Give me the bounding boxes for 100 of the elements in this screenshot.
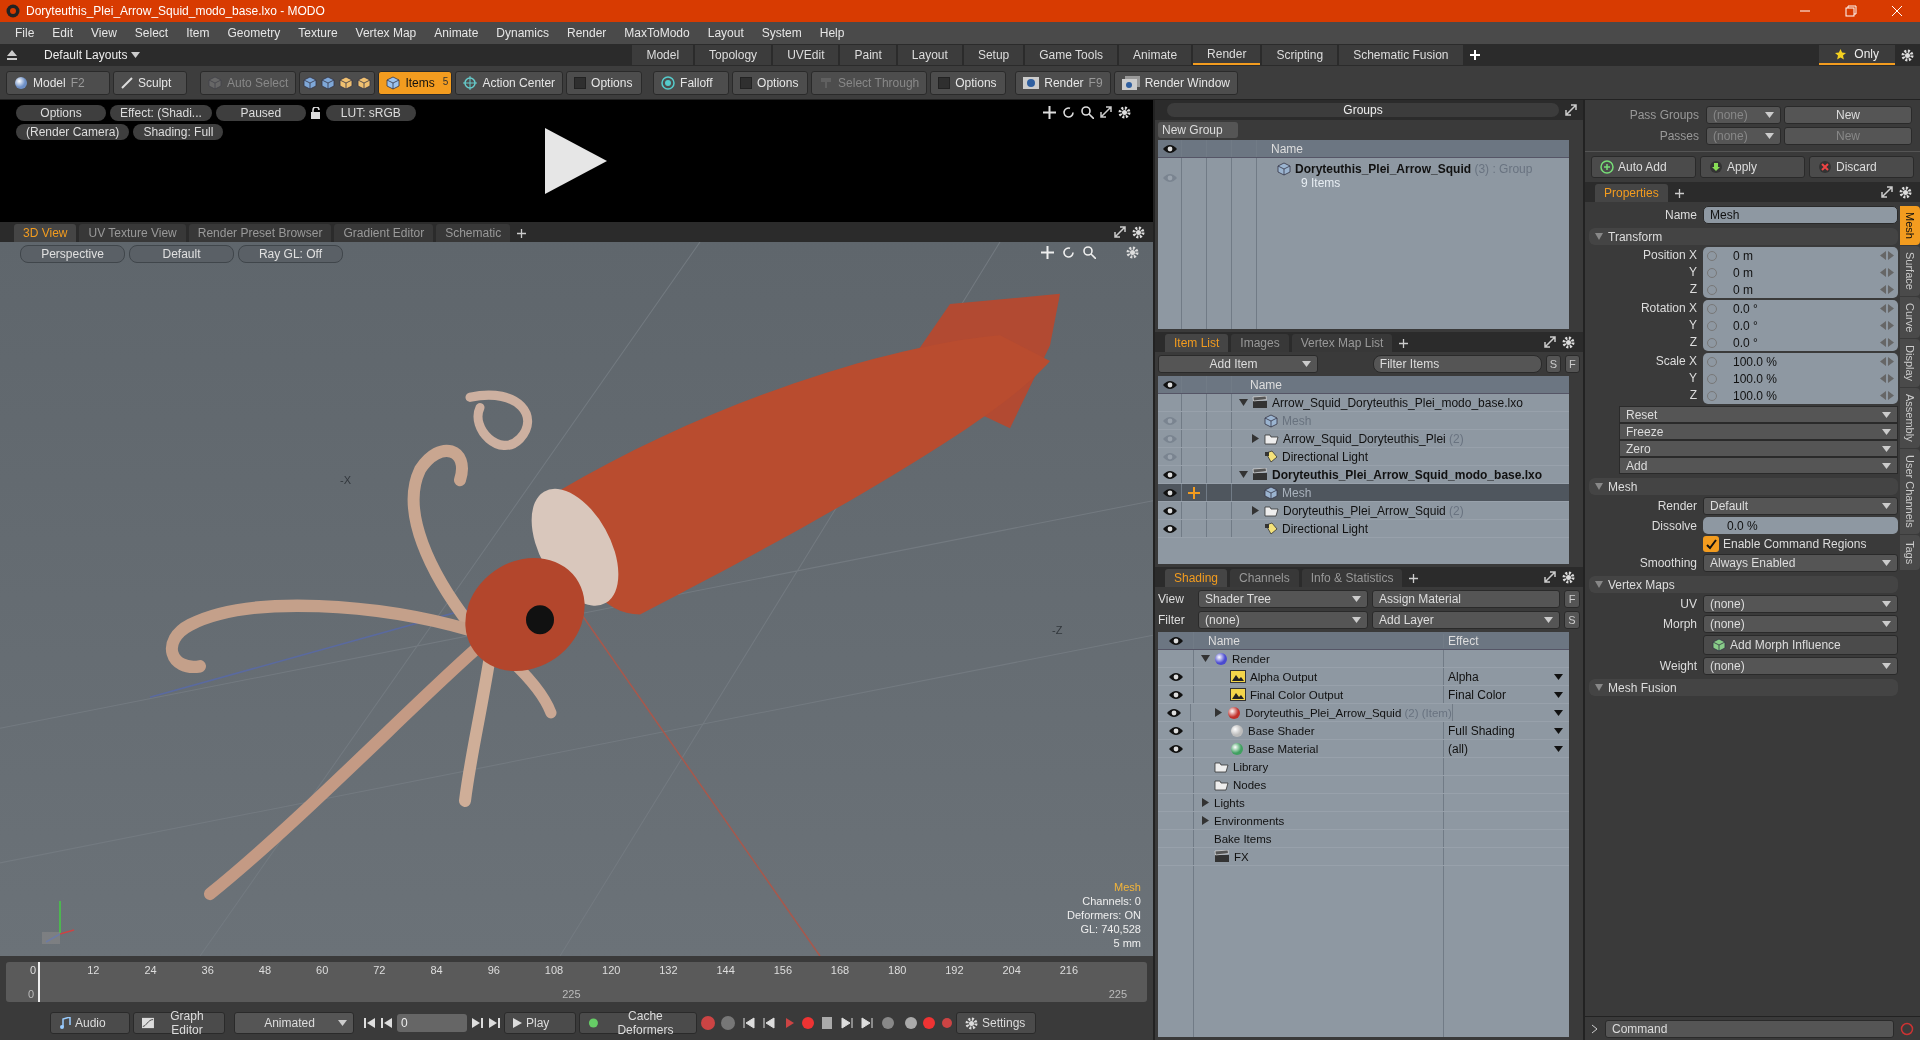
section-header[interactable]: Vertex Maps	[1589, 576, 1898, 593]
eye-icon[interactable]	[1167, 707, 1182, 718]
menu-item[interactable]: Texture	[289, 26, 347, 40]
options-button[interactable]: Options	[930, 70, 1007, 95]
menu-item[interactable]: View	[82, 26, 126, 40]
checkbox[interactable]	[1703, 536, 1719, 552]
slider-arrows-icon[interactable]	[1880, 321, 1894, 330]
dropdown[interactable]: (none)	[1703, 595, 1898, 613]
move-icon[interactable]	[1043, 106, 1056, 119]
maximize-icon[interactable]	[1114, 226, 1126, 238]
menu-item[interactable]: Select	[125, 26, 178, 40]
maximize-icon[interactable]	[1544, 571, 1556, 583]
dropdown[interactable]: Always Enabled	[1703, 554, 1898, 572]
shader-row[interactable]: Alpha Output Alpha	[1158, 668, 1569, 686]
expand-arrow-icon[interactable]	[1250, 434, 1260, 443]
step-forward-icon[interactable]	[470, 1016, 484, 1030]
shader-row[interactable]: Nodes	[1158, 776, 1569, 794]
eye-icon[interactable]	[1162, 469, 1177, 480]
slider-arrows-icon[interactable]	[1880, 338, 1894, 347]
settings-icon[interactable]	[1562, 336, 1575, 349]
side-tab[interactable]: Curve	[1900, 296, 1920, 339]
action-dropdown[interactable]: Add	[1619, 457, 1898, 474]
menu-item[interactable]: Help	[810, 26, 854, 40]
action-dropdown[interactable]: Reset	[1619, 406, 1898, 423]
options-button[interactable]: Options	[732, 70, 809, 95]
shader-row[interactable]: Base Shader Full Shading	[1158, 722, 1569, 740]
value-field[interactable]: 0 m	[1703, 264, 1898, 281]
panel-tab[interactable]: Info & Statistics	[1301, 569, 1403, 587]
animation-mode-dropdown[interactable]: Animated	[234, 1012, 354, 1034]
preview-option-button[interactable]: Effect: (Shadi...	[110, 105, 212, 121]
value-field[interactable]: 0.0 °	[1703, 334, 1898, 351]
section-header[interactable]: Mesh Fusion	[1589, 679, 1898, 696]
menu-item[interactable]: Edit	[43, 26, 83, 40]
dropdown-arrow-icon[interactable]	[1554, 691, 1563, 698]
collapse-arrow-icon[interactable]	[1200, 654, 1210, 663]
menu-item[interactable]: Dynamics	[487, 26, 558, 40]
expand-arrow-icon[interactable]	[1250, 506, 1260, 515]
collapse-arrow-icon[interactable]	[1238, 398, 1248, 407]
slider-arrows-icon[interactable]	[1880, 285, 1894, 294]
dropdown[interactable]: (none)	[1703, 615, 1898, 633]
section-header[interactable]: Mesh	[1589, 478, 1898, 495]
rotate-icon[interactable]	[1062, 106, 1075, 119]
shader-row[interactable]: Final Color Output Final Color	[1158, 686, 1569, 704]
menu-item[interactable]: Animate	[425, 26, 488, 40]
search-icon[interactable]	[1081, 106, 1094, 119]
slider-arrows-icon[interactable]	[1880, 304, 1894, 313]
shader-row[interactable]: FX	[1158, 848, 1569, 866]
cache-deformers-button[interactable]: Cache Deformers	[579, 1012, 697, 1034]
shader-row[interactable]: Environments	[1158, 812, 1569, 830]
add-item-dropdown[interactable]: Add Item	[1158, 355, 1318, 373]
dropdown-arrow-icon[interactable]	[1554, 745, 1563, 752]
side-tab[interactable]: Display	[1900, 339, 1920, 388]
menu-item[interactable]: System	[752, 26, 811, 40]
add-layer-dropdown[interactable]: Add Layer	[1372, 611, 1560, 629]
eye-icon[interactable]	[1168, 725, 1183, 736]
value-field[interactable]: 0 m	[1703, 281, 1898, 298]
layout-tab[interactable]: Schematic Fusion	[1339, 45, 1463, 65]
maximize-icon[interactable]	[1544, 336, 1556, 348]
panel-tab[interactable]: UV Texture View	[79, 224, 186, 242]
new-group-button[interactable]: New Group	[1158, 122, 1238, 138]
value-field[interactable]: 100.0 %	[1703, 387, 1898, 404]
model-mode-button[interactable]: Model F2	[6, 70, 110, 95]
timeline[interactable]: 0 12 24 36 48 60 72 84 96 108 120 132 144 156 168 180 192 204 216 0 225 225	[6, 962, 1147, 1002]
eye-icon[interactable]	[1168, 635, 1183, 646]
action-dropdown[interactable]: Freeze	[1619, 423, 1898, 440]
items-mode-button[interactable]: Items 5	[378, 70, 453, 95]
value-field[interactable]: 100.0 %	[1703, 370, 1898, 387]
side-tab[interactable]: Surface	[1900, 245, 1920, 296]
panel-tab[interactable]: Shading	[1165, 569, 1228, 587]
item-row[interactable]: Mesh	[1158, 484, 1569, 502]
layout-tab[interactable]: Game Tools	[1025, 45, 1118, 65]
options-button[interactable]: Options	[566, 70, 643, 95]
layout-tab[interactable]: Setup	[963, 45, 1024, 65]
shader-row[interactable]: Render	[1158, 650, 1569, 668]
add-tab-icon[interactable]	[1409, 574, 1419, 583]
apply-button[interactable]: Apply	[1700, 156, 1805, 178]
frame-field[interactable]: 0	[397, 1014, 467, 1032]
layout-tab[interactable]: Model	[632, 45, 694, 65]
filter-items-field[interactable]: Filter Items	[1372, 355, 1542, 373]
panel-tab[interactable]: Item List	[1165, 334, 1229, 352]
side-tab[interactable]: Tags	[1900, 534, 1920, 570]
add-tab-icon[interactable]	[1674, 189, 1684, 198]
skip-back-icon[interactable]	[363, 1016, 377, 1030]
viewport-option-button[interactable]: Default	[129, 245, 234, 263]
shader-row[interactable]: Bake Items	[1158, 830, 1569, 848]
menu-item[interactable]: Layout	[698, 26, 753, 40]
slider-arrows-icon[interactable]	[1880, 268, 1894, 277]
sculpt-button[interactable]: Sculpt	[113, 70, 187, 95]
up-arrow-icon[interactable]	[6, 49, 18, 61]
dropdown-arrow-icon[interactable]	[1554, 727, 1563, 734]
eye-icon[interactable]	[1168, 743, 1183, 754]
slider-arrows-icon[interactable]	[1880, 374, 1894, 383]
eye-icon[interactable]	[1168, 671, 1183, 682]
s-button[interactable]: S	[1545, 355, 1561, 373]
menu-item[interactable]: Render	[558, 26, 616, 40]
shader-row[interactable]: Lights	[1158, 794, 1569, 812]
slider-arrows-icon[interactable]	[1880, 357, 1894, 366]
value-field[interactable]: 0 m	[1703, 247, 1898, 264]
maximize-icon[interactable]	[1565, 104, 1577, 116]
skip-forward-icon[interactable]	[487, 1016, 501, 1030]
